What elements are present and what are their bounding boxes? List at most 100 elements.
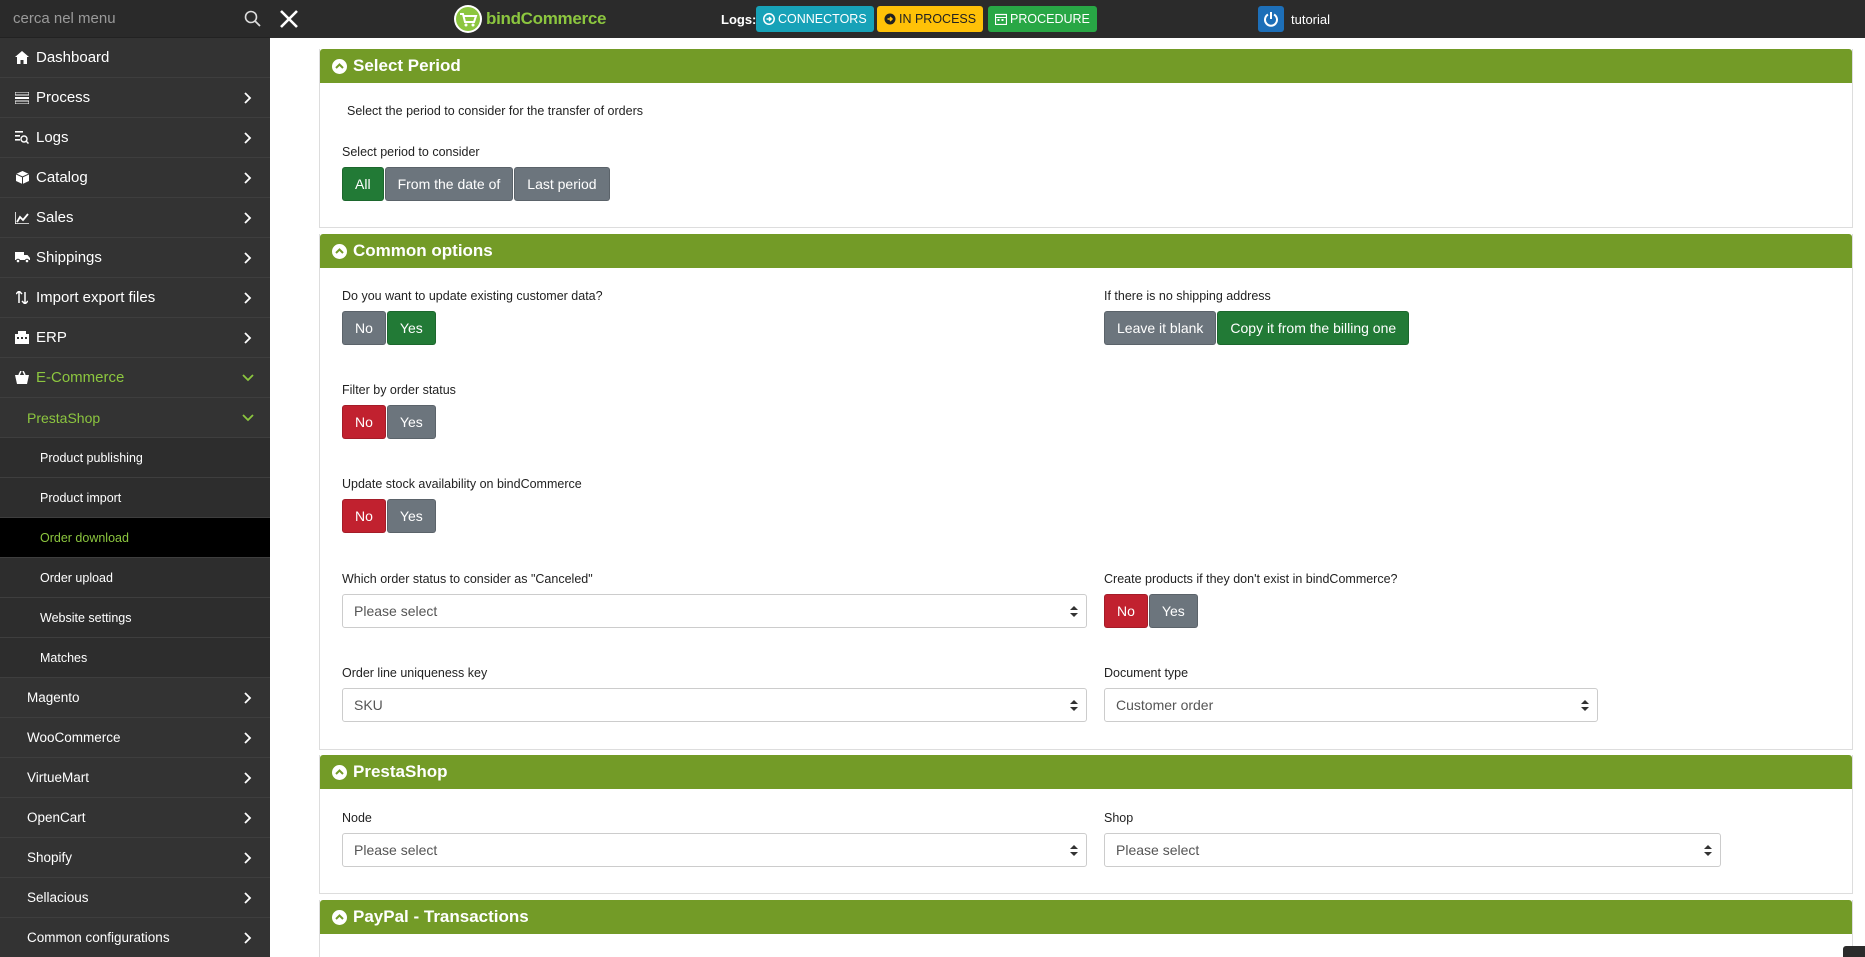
- panel-header[interactable]: PayPal - Transactions: [320, 900, 1852, 934]
- no-shipping-toggle: Leave it blank Copy it from the billing …: [1104, 311, 1410, 345]
- sidebar-item-label: Product publishing: [40, 450, 143, 465]
- update-stock-toggle: No Yes: [342, 499, 437, 533]
- sidebar-item-label: Sellacious: [27, 890, 89, 905]
- sidebar-item-label: Catalog: [36, 169, 88, 186]
- sidebar-item-label: PrestaShop: [27, 409, 101, 426]
- select-arrows-icon: [1070, 606, 1078, 617]
- sidebar-item-erp[interactable]: ERP: [0, 318, 270, 358]
- update-customer-no-button[interactable]: No: [342, 311, 386, 345]
- period-toggle: All From the date of Last period: [342, 167, 611, 201]
- create-products-toggle: No Yes: [1104, 594, 1199, 628]
- close-icon[interactable]: [270, 0, 308, 38]
- sidebar-item-sellacious[interactable]: Sellacious: [0, 878, 270, 918]
- doc-type-select[interactable]: Customer order: [1104, 688, 1598, 722]
- panel-header[interactable]: Common options: [320, 234, 1852, 268]
- sidebar-item-product-import[interactable]: Product import: [0, 478, 270, 518]
- sidebar-item-logs[interactable]: Logs: [0, 118, 270, 158]
- panel-title: Common options: [353, 241, 493, 260]
- chevron-right-icon: [240, 690, 256, 706]
- create-products-yes-button[interactable]: Yes: [1148, 594, 1198, 628]
- chevron-right-icon: [240, 930, 256, 946]
- sidebar-item-dashboard[interactable]: Dashboard: [0, 38, 270, 78]
- chevron-up-circle-icon: [332, 909, 347, 925]
- sidebar-item-opencart[interactable]: OpenCart: [0, 798, 270, 838]
- period-all-button[interactable]: All: [342, 167, 384, 201]
- update-stock-no-button[interactable]: No: [342, 499, 386, 533]
- sidebar-item-order-download[interactable]: Order download: [0, 518, 270, 558]
- sidebar-item-prestashop[interactable]: PrestaShop: [0, 398, 270, 438]
- power-icon[interactable]: [1258, 6, 1284, 32]
- scroll-top-button[interactable]: [1843, 946, 1865, 957]
- sidebar-item-product-publishing[interactable]: Product publishing: [0, 438, 270, 478]
- in-process-badge[interactable]: IN PROCESS: [877, 6, 984, 32]
- chevron-up-circle-icon: [332, 58, 347, 74]
- logs-label: Logs:: [721, 12, 757, 27]
- panel-header[interactable]: PrestaShop: [320, 755, 1852, 789]
- sidebar-item-label: Order download: [40, 530, 129, 545]
- sidebar-item-common-configurations[interactable]: Common configurations: [0, 918, 270, 957]
- chevron-right-icon: [240, 210, 256, 226]
- chevron-right-icon: [240, 810, 256, 826]
- update-stock-yes-button[interactable]: Yes: [386, 499, 436, 533]
- sidebar-item-sales[interactable]: Sales: [0, 198, 270, 238]
- sidebar-item-label: Dashboard: [36, 49, 110, 66]
- connectors-badge[interactable]: CONNECTORS: [756, 6, 874, 32]
- search-icon[interactable]: [234, 0, 270, 38]
- sidebar-item-ecommerce[interactable]: E-Commerce: [0, 358, 270, 398]
- sidebar-item-matches[interactable]: Matches: [0, 638, 270, 678]
- sidebar-item-woocommerce[interactable]: WooCommerce: [0, 718, 270, 758]
- sidebar-item-label: Product import: [40, 490, 122, 505]
- select-arrows-icon: [1704, 845, 1712, 856]
- period-label: Select period to consider: [342, 145, 480, 159]
- create-products-no-button[interactable]: No: [1104, 594, 1148, 628]
- sidebar-item-website-settings[interactable]: Website settings: [0, 598, 270, 638]
- sidebar-item-label: WooCommerce: [27, 730, 121, 745]
- sidebar-item-label: Common configurations: [27, 930, 170, 945]
- building-icon: [12, 331, 32, 344]
- circle-arrow-icon: [763, 13, 775, 25]
- shop-label: Shop: [1104, 811, 1134, 825]
- menu-search-input[interactable]: [0, 0, 234, 38]
- chevron-right-icon: [240, 330, 256, 346]
- canceled-status-select[interactable]: Please select: [342, 594, 1087, 628]
- select-arrows-icon: [1070, 845, 1078, 856]
- sidebar-item-label: Website settings: [40, 610, 132, 625]
- sidebar-item-process[interactable]: Process: [0, 78, 270, 118]
- uniqueness-label: Order line uniqueness key: [342, 666, 488, 680]
- username: tutorial: [1291, 11, 1331, 27]
- sidebar-item-magento[interactable]: Magento: [0, 678, 270, 718]
- logo[interactable]: bindCommerce: [453, 3, 606, 35]
- update-customer-yes-button[interactable]: Yes: [386, 311, 436, 345]
- filter-status-no-button[interactable]: No: [342, 405, 386, 439]
- panel-title: Select Period: [353, 56, 461, 75]
- leave-blank-button[interactable]: Leave it blank: [1104, 311, 1217, 345]
- uniqueness-select[interactable]: SKU: [342, 688, 1087, 722]
- sidebar-item-label: Sales: [36, 209, 74, 226]
- sidebar-item-label: ERP: [36, 329, 67, 346]
- update-customer-toggle: No Yes: [342, 311, 437, 345]
- sidebar-item-virtuemart[interactable]: VirtueMart: [0, 758, 270, 798]
- period-from-date-button[interactable]: From the date of: [384, 167, 514, 201]
- sidebar-item-label: OpenCart: [27, 810, 86, 825]
- sidebar-item-catalog[interactable]: Catalog: [0, 158, 270, 198]
- procedure-badge[interactable]: PROCEDURE: [988, 6, 1097, 32]
- filter-status-yes-button[interactable]: Yes: [386, 405, 436, 439]
- sidebar-item-label: Shippings: [36, 249, 102, 266]
- period-last-button[interactable]: Last period: [514, 167, 610, 201]
- sidebar-item-label: E-Commerce: [36, 369, 125, 386]
- basket-icon: [12, 371, 32, 384]
- sidebar-item-label: Shopify: [27, 850, 73, 865]
- sidebar-item-import-export[interactable]: Import export files: [0, 278, 270, 318]
- chart-icon: [12, 211, 32, 224]
- select-arrows-icon: [1581, 700, 1589, 711]
- panel-header[interactable]: Select Period: [320, 49, 1852, 83]
- sidebar-item-order-upload[interactable]: Order upload: [0, 558, 270, 598]
- user-menu[interactable]: tutorial: [1258, 6, 1330, 32]
- node-select[interactable]: Please select: [342, 833, 1087, 867]
- select-value: Please select: [354, 842, 438, 858]
- common-options-panel: Common options Do you want to update exi…: [319, 234, 1853, 750]
- sidebar-item-shippings[interactable]: Shippings: [0, 238, 270, 278]
- copy-billing-button[interactable]: Copy it from the billing one: [1217, 311, 1410, 345]
- sidebar-item-shopify[interactable]: Shopify: [0, 838, 270, 878]
- shop-select[interactable]: Please select: [1104, 833, 1721, 867]
